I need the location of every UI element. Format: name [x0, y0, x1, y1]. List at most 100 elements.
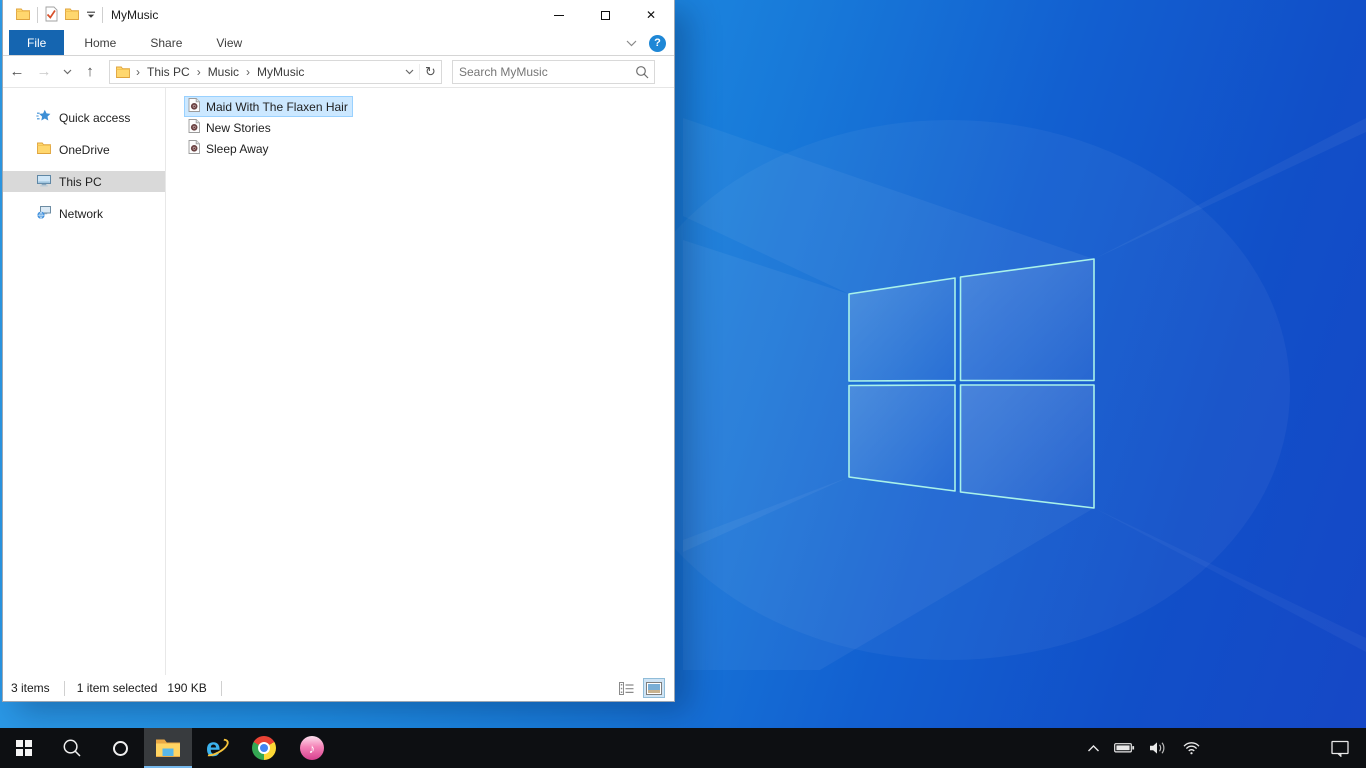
cortana-circle-icon	[112, 740, 128, 756]
details-view-icon	[618, 681, 633, 695]
volume-icon	[1150, 742, 1165, 754]
wifi-icon	[1183, 742, 1200, 755]
file-explorer-window: MyMusic ✕ File Home Share View ? ← → ↑ ›…	[2, 0, 675, 702]
itunes-button[interactable]: ♪	[288, 728, 336, 768]
start-button[interactable]	[0, 728, 48, 768]
details-view-button[interactable]	[616, 679, 636, 697]
file-item[interactable]: New Stories	[184, 117, 276, 138]
close-icon: ✕	[645, 8, 657, 22]
recent-locations-button[interactable]	[57, 69, 77, 75]
address-dropdown-chevron-icon	[405, 69, 413, 74]
sidebar-item-onedrive[interactable]: OneDrive	[3, 139, 165, 160]
audio-file-icon	[186, 118, 202, 137]
chrome-button[interactable]	[240, 728, 288, 768]
desktop-screen: MyMusic ✕ File Home Share View ? ← → ↑ ›…	[0, 0, 1366, 768]
toolbar-separator	[102, 7, 103, 23]
address-dropdown-button[interactable]	[399, 69, 419, 75]
taskbar-search-button[interactable]	[48, 728, 96, 768]
help-icon[interactable]: ?	[649, 34, 666, 52]
selection-count: 1 item selected	[76, 681, 158, 695]
sidebar-item-quick-access[interactable]: Quick access	[3, 107, 165, 128]
forward-icon: →	[36, 63, 52, 80]
folder-icon	[115, 64, 131, 80]
breadcrumb-this-pc[interactable]: This PC	[141, 61, 196, 83]
window-controls: ✕	[536, 0, 674, 30]
large-icons-view-icon	[646, 681, 662, 695]
itunes-icon: ♪	[300, 736, 324, 760]
taskbar-file-explorer-button[interactable]	[144, 728, 192, 768]
address-toolbar: ← → ↑ › This PC › Music › MyMusic ↻ Sear…	[3, 56, 674, 88]
back-button[interactable]: ←	[3, 63, 31, 80]
maximize-icon	[600, 10, 610, 20]
sidebar-item-this-pc[interactable]: This PC	[3, 171, 165, 192]
wifi-button[interactable]	[1180, 737, 1203, 759]
network-icon	[36, 204, 52, 223]
file-name: Maid With The Flaxen Hair	[206, 99, 348, 114]
properties-icon[interactable]	[44, 6, 58, 25]
large-icons-view-button[interactable]	[643, 678, 665, 698]
sidebar-item-label: OneDrive	[59, 142, 110, 157]
back-icon: ←	[9, 63, 25, 80]
ribbon-tab-strip: File Home Share View ?	[3, 30, 674, 56]
sidebar-item-network[interactable]: Network	[3, 203, 165, 224]
windows-logo-icon	[16, 740, 32, 756]
internet-explorer-button[interactable]: e	[192, 728, 240, 768]
battery-icon	[1114, 743, 1135, 753]
address-bar[interactable]: › This PC › Music › MyMusic ↻	[109, 59, 442, 84]
sidebar-item-label: Quick access	[59, 110, 131, 125]
new-folder-icon[interactable]	[64, 6, 80, 25]
sidebar-item-label: Network	[59, 206, 104, 221]
tab-share[interactable]: Share	[136, 30, 196, 55]
breadcrumb-music[interactable]: Music	[202, 61, 245, 83]
file-name: Sleep Away	[206, 141, 269, 156]
window-title: MyMusic	[111, 8, 159, 22]
quick-access-star-icon	[36, 108, 52, 127]
sidebar-item-label: This PC	[59, 174, 102, 189]
status-separator	[63, 680, 65, 696]
navigation-pane: Quick access OneDrive This PC Network	[3, 88, 166, 676]
up-button[interactable]: ↑	[77, 63, 103, 80]
items-count: 3 items	[11, 681, 50, 695]
action-center-button[interactable]	[1329, 736, 1352, 761]
minimize-icon	[554, 14, 564, 16]
search-box[interactable]	[452, 59, 655, 84]
customize-quick-access-dropdown-icon[interactable]	[86, 8, 96, 22]
refresh-button[interactable]: ↻	[419, 63, 441, 80]
file-name: New Stories	[206, 120, 271, 135]
tab-home[interactable]: Home	[70, 30, 130, 55]
forward-button[interactable]: →	[31, 63, 57, 80]
search-input[interactable]	[453, 64, 630, 79]
status-separator	[220, 680, 222, 696]
computer-icon	[36, 172, 52, 191]
expand-ribbon-chevron-icon[interactable]	[626, 36, 637, 50]
internet-explorer-icon: e	[200, 732, 232, 762]
volume-button[interactable]	[1147, 737, 1170, 759]
toolbar-separator	[37, 7, 38, 23]
file-item[interactable]: Sleep Away	[184, 138, 274, 159]
chrome-icon	[252, 736, 276, 760]
battery-status-button[interactable]	[1112, 738, 1137, 758]
up-icon: ↑	[86, 63, 94, 80]
minimize-button[interactable]	[536, 0, 582, 30]
file-list[interactable]: Maid With The Flaxen Hair New Stories Sl…	[166, 88, 674, 676]
window-body: Quick access OneDrive This PC Network Ma…	[3, 88, 674, 676]
search-icon[interactable]	[630, 65, 654, 79]
refresh-icon: ↻	[425, 63, 436, 79]
title-bar[interactable]: MyMusic ✕	[3, 0, 674, 30]
cortana-button[interactable]	[96, 728, 144, 768]
tab-file[interactable]: File	[9, 30, 65, 55]
folder-icon	[36, 140, 52, 159]
search-icon	[63, 739, 81, 757]
status-bar: 3 items 1 item selected 190 KB	[3, 675, 674, 701]
close-button[interactable]: ✕	[628, 0, 674, 30]
music-note-glyph: ♪	[308, 740, 316, 756]
tab-view[interactable]: View	[202, 30, 256, 55]
maximize-button[interactable]	[582, 0, 628, 30]
breadcrumb-mymusic[interactable]: MyMusic	[251, 61, 310, 83]
file-item-selected[interactable]: Maid With The Flaxen Hair	[184, 96, 353, 117]
show-hidden-icons-button[interactable]	[1085, 740, 1102, 757]
selection-size: 190 KB	[167, 681, 207, 695]
recent-locations-chevron-icon	[63, 69, 71, 74]
audio-file-icon	[186, 97, 202, 116]
chevron-up-icon	[1088, 744, 1099, 751]
